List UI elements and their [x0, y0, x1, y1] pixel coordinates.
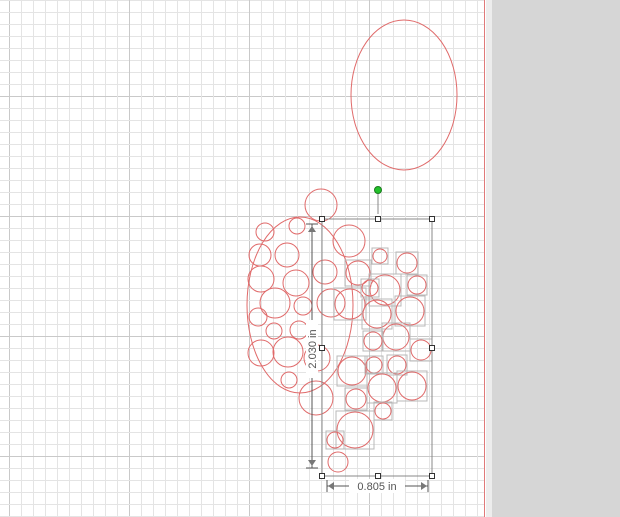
width-dimension-label: 0.805 in: [357, 481, 396, 493]
outside-page-area: [492, 0, 620, 517]
page-shadow: [486, 0, 492, 517]
rotate-handle[interactable]: [374, 186, 382, 194]
resize-handle[interactable]: [429, 473, 435, 479]
grid: [0, 0, 485, 517]
resize-handle[interactable]: [429, 216, 435, 222]
resize-handle[interactable]: [319, 473, 325, 479]
resize-handle[interactable]: [375, 473, 381, 479]
design-canvas[interactable]: 2.030 in 0.805 in: [0, 0, 620, 517]
resize-handle[interactable]: [375, 216, 381, 222]
resize-handle[interactable]: [319, 345, 325, 351]
resize-handle[interactable]: [319, 216, 325, 222]
design-canvas-window: 2.030 in 0.805 in: [0, 0, 620, 517]
resize-handle[interactable]: [429, 345, 435, 351]
page-background: [0, 0, 485, 517]
height-dimension-label: 2.030 in: [307, 329, 319, 368]
